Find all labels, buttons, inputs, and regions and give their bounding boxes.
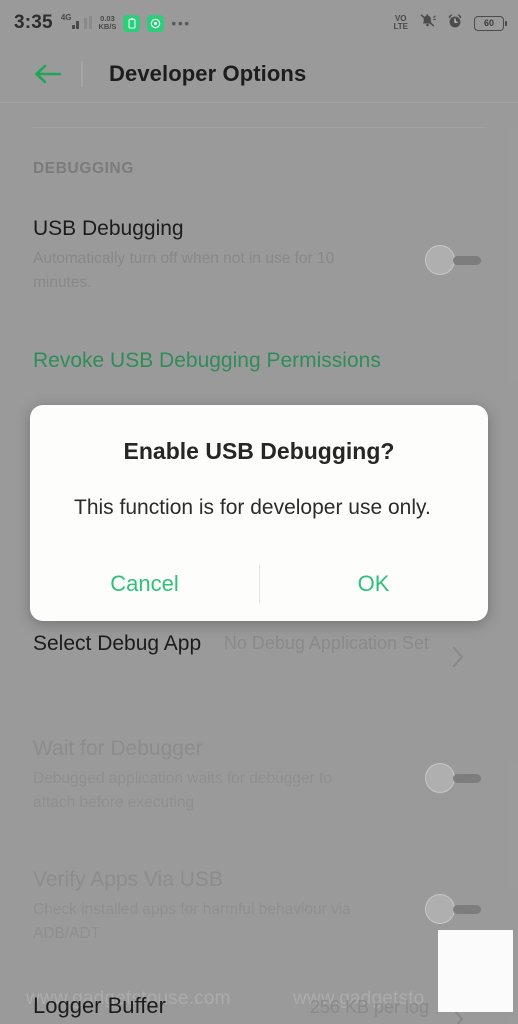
cancel-button[interactable]: Cancel xyxy=(30,547,259,621)
phone-screen: 3:35 4G 0.03 KB/S ••• VO LTE 60 Develope… xyxy=(0,0,518,1024)
dialog-title: Enable USB Debugging? xyxy=(123,438,395,464)
dialog-button-divider xyxy=(259,565,260,603)
enable-usb-debugging-dialog: Enable USB Debugging? This function is f… xyxy=(30,405,488,621)
ok-button[interactable]: OK xyxy=(259,547,488,621)
dialog-message: This function is for developer use only. xyxy=(74,496,431,519)
dialog-actions: Cancel OK xyxy=(30,547,488,621)
